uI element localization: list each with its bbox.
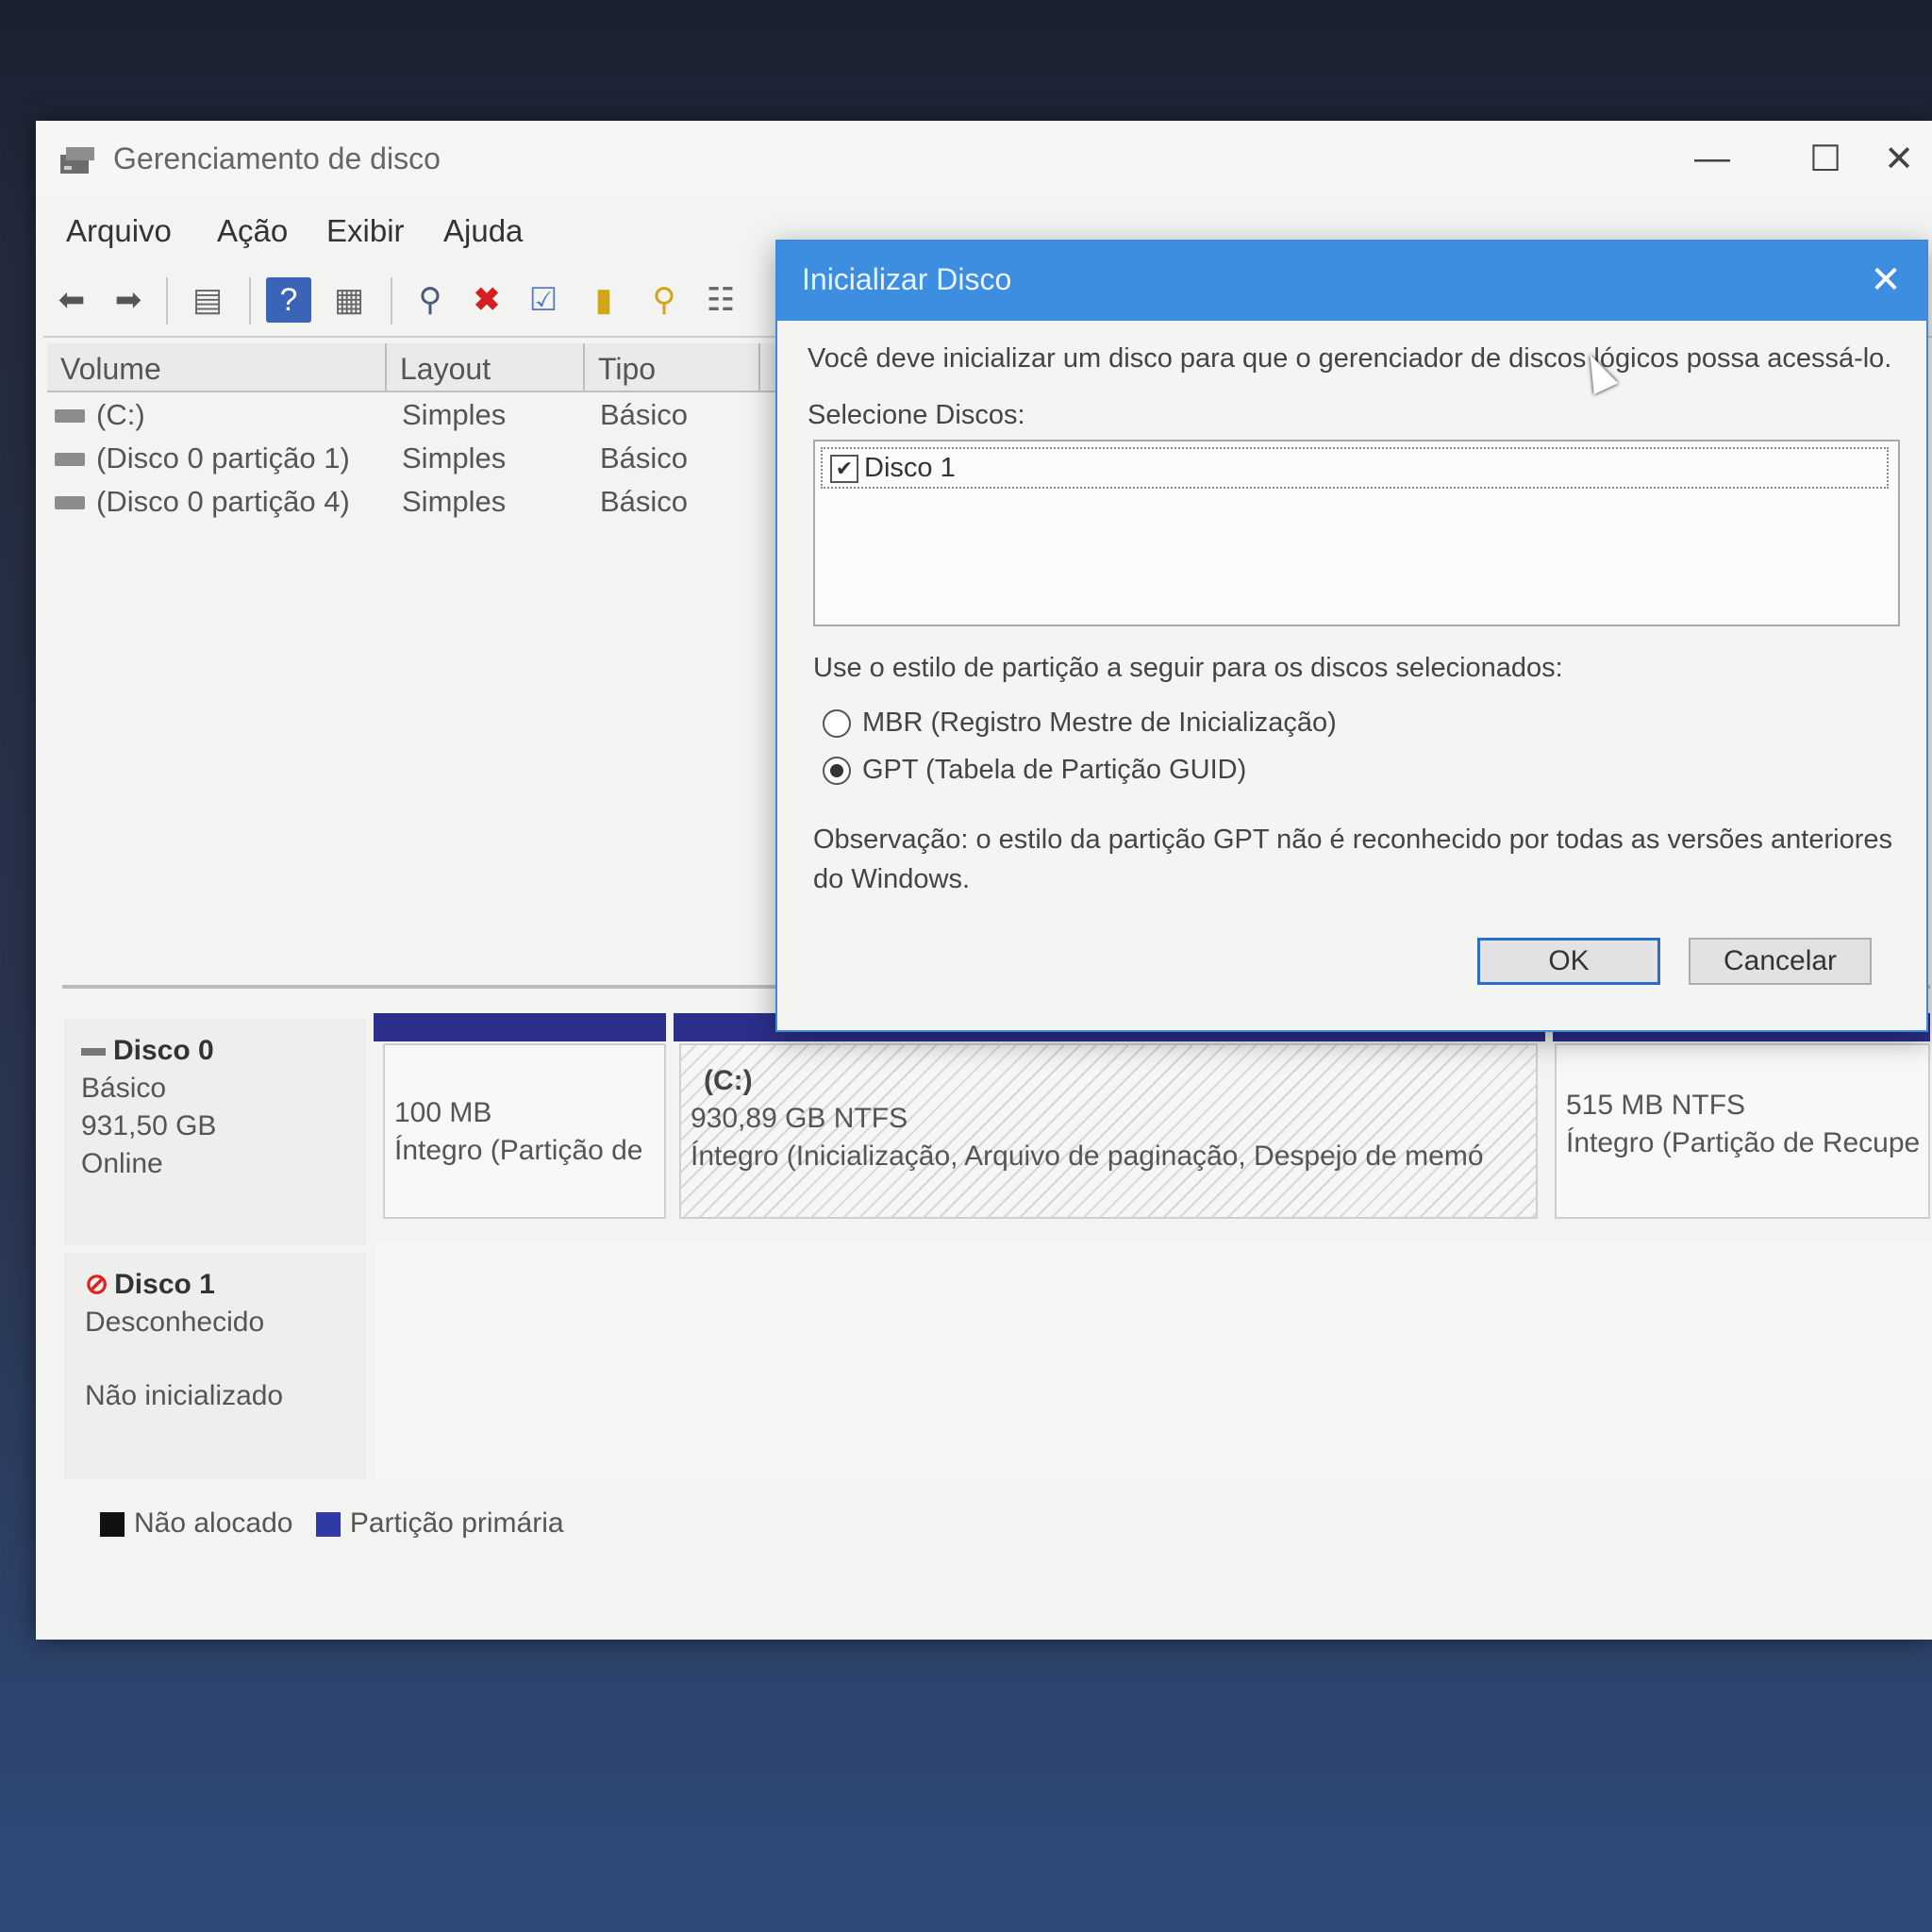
help-icon[interactable]: ? bbox=[266, 277, 311, 323]
menu-acao[interactable]: Ação bbox=[217, 213, 288, 249]
menu-arquivo[interactable]: Arquivo bbox=[66, 213, 172, 249]
legend-swatch-unallocated bbox=[100, 1512, 125, 1538]
cell-tipo: Básico bbox=[600, 485, 689, 518]
disks-listbox[interactable]: ✔ Disco 1 bbox=[813, 440, 1900, 626]
checklist-icon[interactable]: ☑ bbox=[521, 277, 566, 323]
partition-label: (C:) bbox=[704, 1065, 753, 1096]
dialog-title: Inicializar Disco bbox=[802, 262, 1012, 296]
partition-1[interactable]: 100 MB Íntegro (Partição de bbox=[383, 1043, 666, 1219]
partition-c[interactable]: (C:) 930,89 GB NTFS Íntegro (Inicializaç… bbox=[679, 1043, 1538, 1219]
column-layout[interactable]: Layout bbox=[387, 343, 585, 391]
dialog-intro: Você deve inicializar um disco para que … bbox=[808, 343, 1892, 374]
minimize-button[interactable]: — bbox=[1670, 130, 1755, 187]
drive-icon bbox=[55, 496, 85, 509]
table-row[interactable]: (Disco 0 partição 4) Simples Básico bbox=[47, 481, 821, 525]
list-view-icon[interactable]: ☷ bbox=[698, 277, 743, 323]
partition-status: Íntegro (Partição de bbox=[394, 1135, 643, 1166]
mbr-radio[interactable] bbox=[823, 709, 851, 738]
disk1-status: Não inicializado bbox=[85, 1380, 284, 1411]
cell-tipo: Básico bbox=[600, 398, 689, 431]
folder-search-icon[interactable]: ⚲ bbox=[641, 277, 687, 323]
legend-swatch-primary bbox=[315, 1512, 341, 1538]
disk0-info[interactable]: Disco 0 Básico 931,50 GB Online bbox=[64, 1019, 366, 1245]
mbr-option-label[interactable]: MBR (Registro Mestre de Inicialização) bbox=[862, 708, 1337, 739]
menu-ajuda[interactable]: Ajuda bbox=[443, 213, 523, 249]
list-item-disco-1[interactable]: ✔ Disco 1 bbox=[821, 447, 1889, 489]
partition-size: 100 MB bbox=[394, 1097, 492, 1128]
title-bar: Gerenciamento de disco — ☐ ✕ bbox=[36, 121, 1932, 196]
drive-icon bbox=[55, 409, 85, 423]
legend-primary: Partição primária bbox=[349, 1507, 564, 1539]
cell-volume: (C:) bbox=[96, 398, 145, 431]
folder-up-icon[interactable]: ▮ bbox=[581, 277, 626, 323]
delete-icon[interactable]: ✖ bbox=[464, 277, 509, 323]
cell-layout: Simples bbox=[402, 398, 507, 431]
disk0-partitions: 100 MB Íntegro (Partição de (C:) 930,89 … bbox=[374, 1013, 1930, 1221]
menu-exibir[interactable]: Exibir bbox=[326, 213, 405, 249]
disk-management-icon bbox=[60, 147, 94, 174]
disk-icon bbox=[81, 1048, 106, 1057]
close-button[interactable]: ✕ bbox=[1857, 130, 1932, 187]
window-title: Gerenciamento de disco bbox=[113, 142, 441, 175]
partition-size: 930,89 GB NTFS bbox=[691, 1103, 908, 1134]
partition-recovery[interactable]: 515 MB NTFS Íntegro (Partição de Recupe bbox=[1555, 1043, 1930, 1219]
disk-checkbox[interactable]: ✔ bbox=[830, 455, 858, 483]
cell-volume: (Disco 0 partição 1) bbox=[96, 441, 350, 475]
note-line-2: do Windows. bbox=[813, 864, 971, 894]
table-row[interactable]: (Disco 0 partição 1) Simples Básico bbox=[47, 438, 821, 481]
initialize-disk-dialog: Inicializar Disco ✕ Você deve inicializa… bbox=[775, 240, 1928, 1032]
note-line-1: Observação: o estilo da partição GPT não… bbox=[813, 824, 1892, 855]
dialog-close-icon[interactable]: ✕ bbox=[1860, 255, 1911, 306]
toolbar-separator bbox=[391, 277, 392, 325]
disk1-name: Disco 1 bbox=[114, 1269, 215, 1300]
partition-size: 515 MB NTFS bbox=[1566, 1090, 1746, 1121]
partition-status: Íntegro (Inicialização, Arquivo de pagin… bbox=[691, 1141, 1484, 1172]
legend-unallocated: Não alocado bbox=[134, 1507, 293, 1539]
show-hide-console-tree-icon[interactable]: ▤ bbox=[185, 277, 230, 323]
legend: Não alocado Partição primária bbox=[100, 1507, 564, 1540]
disk0-type: Básico bbox=[81, 1073, 167, 1104]
gpt-option-label[interactable]: GPT (Tabela de Partição GUID) bbox=[862, 755, 1246, 786]
partition-color-bar bbox=[374, 1013, 666, 1041]
disk0-status: Online bbox=[81, 1148, 163, 1179]
toolbar-separator bbox=[166, 277, 168, 325]
maximize-button[interactable]: ☐ bbox=[1783, 130, 1868, 187]
disk1-info[interactable]: ⊘ Disco 1 Desconhecido Não inicializado bbox=[64, 1253, 366, 1479]
partition-status: Íntegro (Partição de Recupe bbox=[1566, 1127, 1921, 1158]
partition-style-label: Use o estilo de partição a seguir para o… bbox=[813, 653, 1563, 683]
connect-icon[interactable]: ⚲ bbox=[408, 277, 453, 323]
drive-icon bbox=[55, 453, 85, 466]
cancel-button[interactable]: Cancelar bbox=[1689, 938, 1872, 985]
disk1-type: Desconhecido bbox=[85, 1307, 265, 1338]
volume-table-header: Volume Layout Tipo bbox=[47, 343, 821, 392]
gpt-radio[interactable] bbox=[823, 757, 851, 785]
select-disks-label: Selecione Discos: bbox=[808, 400, 1025, 430]
cell-tipo: Básico bbox=[600, 441, 689, 475]
cell-volume: (Disco 0 partição 4) bbox=[96, 485, 350, 518]
toolbar-separator bbox=[249, 277, 251, 325]
cell-layout: Simples bbox=[402, 485, 507, 518]
disk0-size: 931,50 GB bbox=[81, 1110, 217, 1141]
properties-view-icon[interactable]: ▦ bbox=[326, 277, 372, 323]
disk-label: Disco 1 bbox=[864, 453, 956, 483]
column-tipo[interactable]: Tipo bbox=[585, 343, 760, 391]
disk1-area[interactable] bbox=[375, 1243, 1932, 1479]
back-arrow-icon[interactable]: ⬅ bbox=[49, 277, 94, 323]
dialog-title-bar: Inicializar Disco ✕ bbox=[777, 242, 1926, 321]
disk0-name: Disco 0 bbox=[113, 1035, 214, 1066]
ok-button[interactable]: OK bbox=[1477, 938, 1660, 985]
cell-layout: Simples bbox=[402, 441, 507, 475]
error-icon: ⊘ bbox=[85, 1269, 109, 1300]
forward-arrow-icon[interactable]: ➡ bbox=[106, 277, 151, 323]
table-row[interactable]: (C:) Simples Básico bbox=[47, 394, 821, 438]
column-volume[interactable]: Volume bbox=[47, 343, 387, 391]
